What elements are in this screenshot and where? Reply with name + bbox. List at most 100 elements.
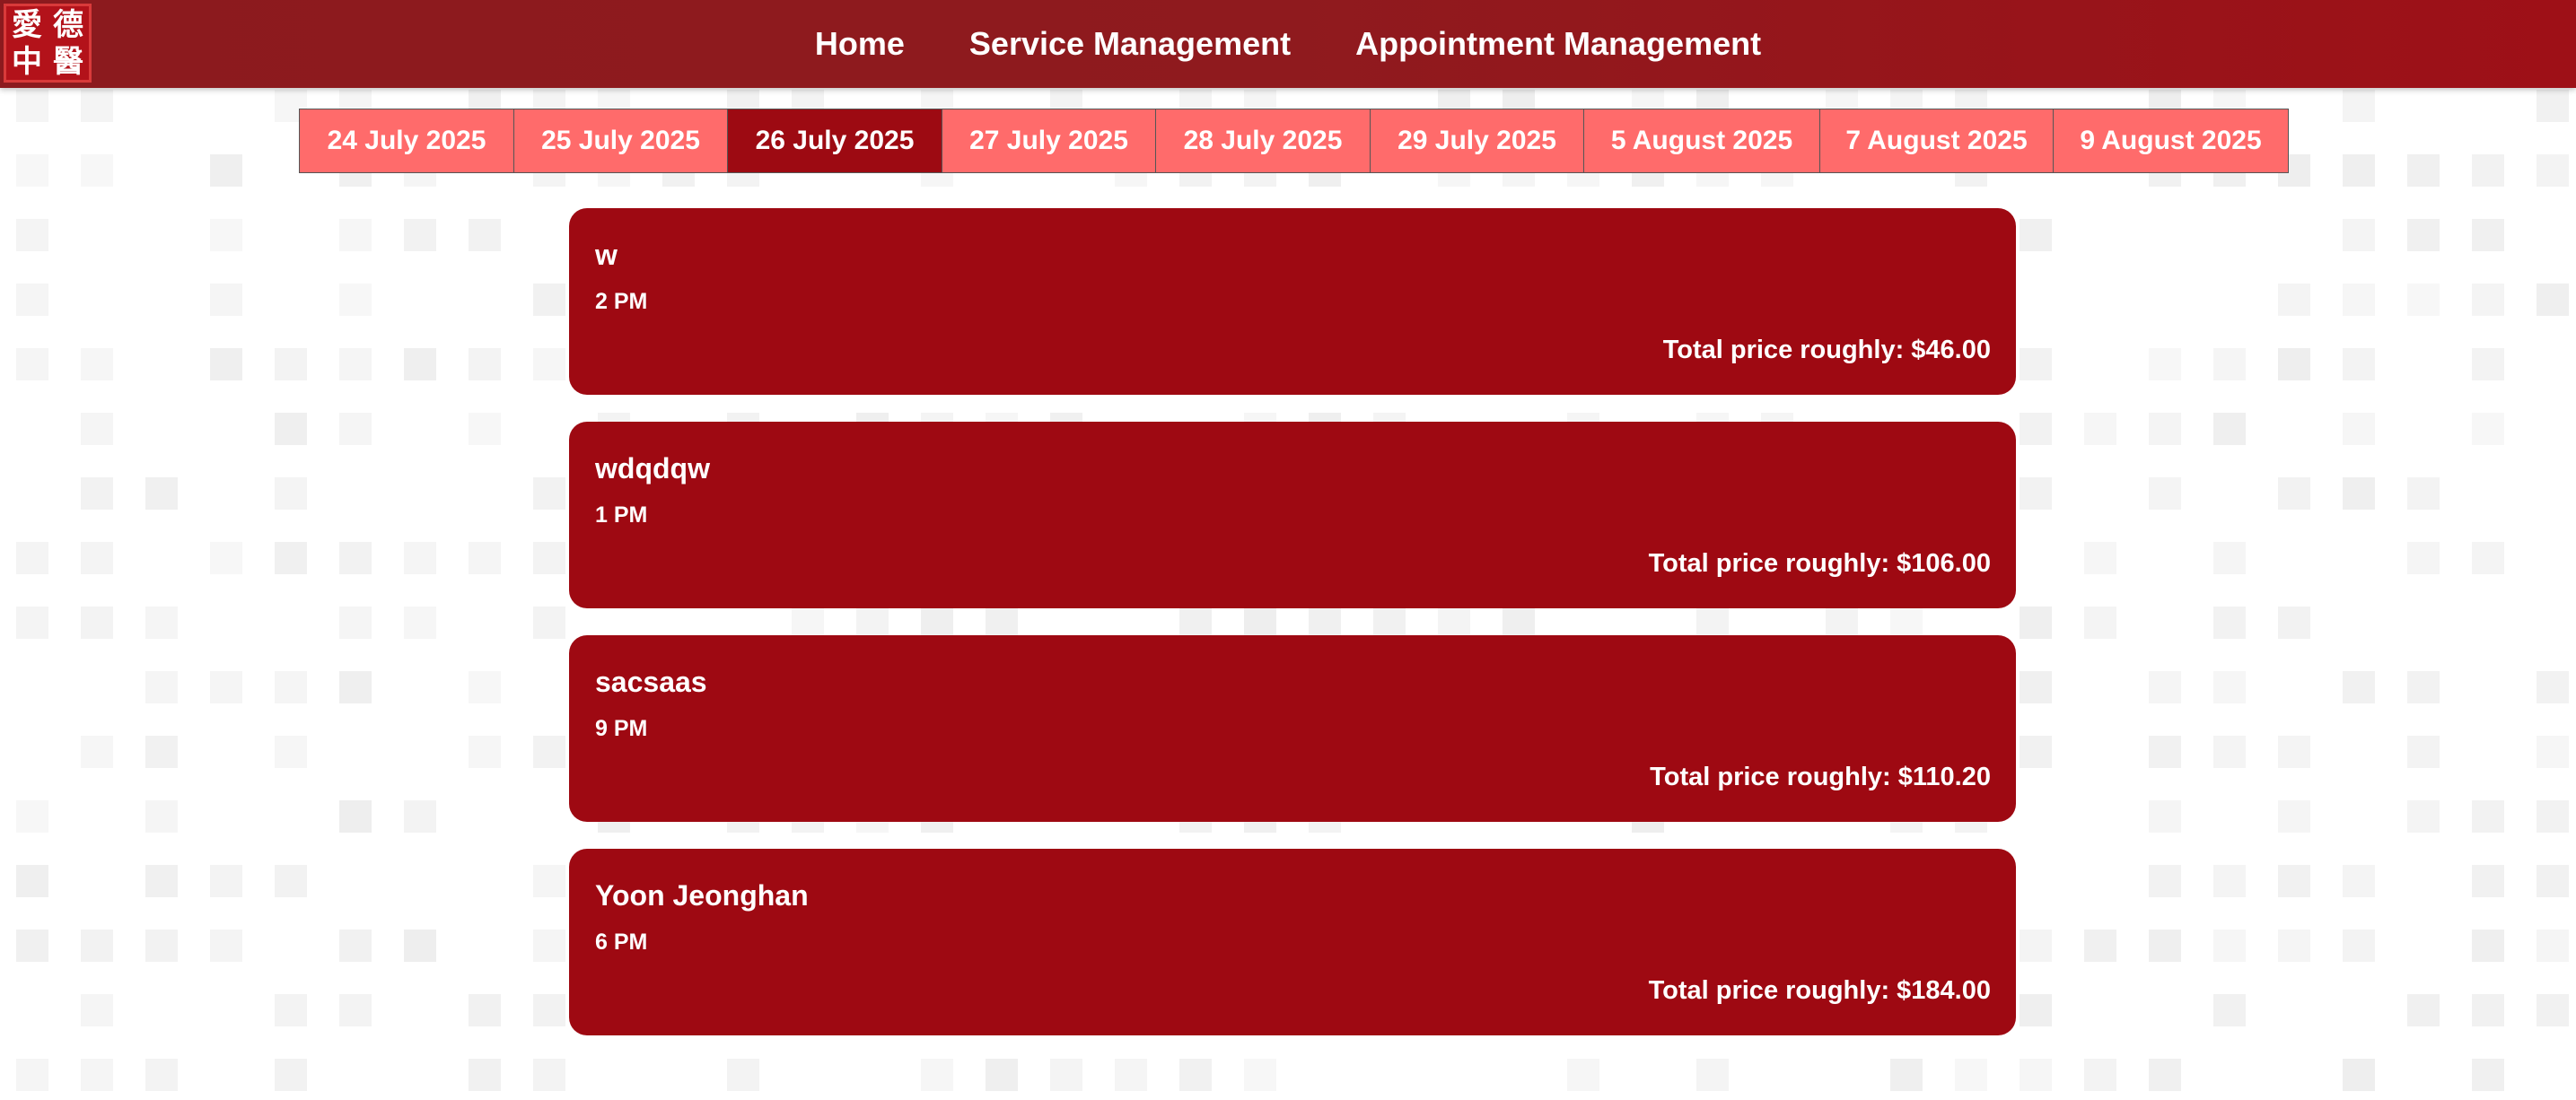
appointment-time: 2 PM: [595, 289, 648, 314]
background-tile: [2278, 607, 2310, 639]
background-tile: [404, 348, 436, 380]
background-tile: [210, 219, 242, 251]
background-tile: [2213, 930, 2246, 962]
date-tab[interactable]: 28 July 2025: [1155, 109, 1371, 173]
background-tile: [145, 865, 178, 897]
date-tab[interactable]: 7 August 2025: [1818, 109, 2055, 173]
background-tile: [986, 1059, 1018, 1091]
background-tile: [469, 542, 501, 574]
background-tile: [210, 865, 242, 897]
background-tile: [469, 348, 501, 380]
background-tile: [2537, 90, 2569, 122]
background-tile: [16, 348, 48, 380]
background-tile: [533, 477, 565, 510]
background-tile: [339, 994, 372, 1026]
background-tile: [2537, 865, 2569, 897]
appointment-list: w 2 PM Total price roughly: $46.00 wdqdq…: [569, 208, 2016, 1062]
background-tile: [210, 542, 242, 574]
appointment-card[interactable]: wdqdqw 1 PM Total price roughly: $106.00: [569, 422, 2016, 608]
date-tab[interactable]: 24 July 2025: [299, 109, 514, 173]
background-tile: [2537, 284, 2569, 316]
background-tile: [533, 348, 565, 380]
background-tile: [2472, 1059, 2504, 1091]
background-tile: [2020, 413, 2052, 445]
background-tile: [275, 413, 307, 445]
appointment-name: wdqdqw: [595, 452, 710, 485]
background-tile: [2343, 219, 2375, 251]
background-tile: [2472, 348, 2504, 380]
background-tile: [2472, 542, 2504, 574]
background-tile: [81, 477, 113, 510]
background-tile: [16, 284, 48, 316]
date-tab-active[interactable]: 26 July 2025: [727, 109, 942, 173]
background-tile: [339, 284, 372, 316]
appointment-name: w: [595, 239, 618, 271]
background-tile: [81, 154, 113, 187]
background-tile: [2149, 800, 2181, 833]
background-tile: [2149, 671, 2181, 703]
main-nav: Home Service Management Appointment Mana…: [0, 0, 2576, 88]
background-tile: [275, 671, 307, 703]
background-tile: [81, 413, 113, 445]
background-tile: [16, 1059, 48, 1091]
date-tab[interactable]: 25 July 2025: [513, 109, 729, 173]
background-tile: [275, 1059, 307, 1091]
background-tile: [2213, 348, 2246, 380]
background-tile: [2343, 671, 2375, 703]
background-tile: [2020, 607, 2052, 639]
appointment-price: Total price roughly: $184.00: [1648, 976, 1991, 1005]
background-tile: [2020, 348, 2052, 380]
background-tile: [2407, 994, 2440, 1026]
background-tile: [81, 736, 113, 768]
background-tile: [469, 219, 501, 251]
background-tile: [2278, 284, 2310, 316]
background-tile: [404, 930, 436, 962]
date-tab[interactable]: 9 August 2025: [2053, 109, 2289, 173]
background-tile: [2278, 800, 2310, 833]
background-tile: [81, 930, 113, 962]
background-tile: [2407, 671, 2440, 703]
background-tile: [533, 930, 565, 962]
date-tab[interactable]: 27 July 2025: [941, 109, 1157, 173]
appointment-name: Yoon Jeonghan: [595, 879, 809, 912]
background-tile: [2213, 865, 2246, 897]
nav-service-management-link[interactable]: Service Management: [969, 25, 1291, 63]
background-tile: [16, 154, 48, 187]
background-tile: [404, 607, 436, 639]
background-tile: [16, 800, 48, 833]
background-tile: [1115, 1059, 1147, 1091]
background-tile: [1050, 1059, 1082, 1091]
appointment-time: 1 PM: [595, 502, 648, 528]
background-tile: [2407, 219, 2440, 251]
date-tab[interactable]: 29 July 2025: [1369, 109, 1585, 173]
background-tile: [2537, 994, 2569, 1026]
date-tab[interactable]: 5 August 2025: [1583, 109, 1820, 173]
background-tile: [2472, 800, 2504, 833]
background-tile: [469, 671, 501, 703]
background-tile: [275, 994, 307, 1026]
background-tile: [533, 542, 565, 574]
background-tile: [2278, 930, 2310, 962]
appointment-card[interactable]: Yoon Jeonghan 6 PM Total price roughly: …: [569, 849, 2016, 1035]
date-tab-bar: 24 July 2025 25 July 2025 26 July 2025 2…: [299, 109, 2289, 173]
background-tile: [533, 994, 565, 1026]
background-tile: [2278, 348, 2310, 380]
background-tile: [1696, 1059, 1729, 1091]
background-tile: [404, 800, 436, 833]
background-tile: [16, 930, 48, 962]
nav-appointment-management-link[interactable]: Appointment Management: [1355, 25, 1761, 63]
appointment-card[interactable]: w 2 PM Total price roughly: $46.00: [569, 208, 2016, 395]
background-tile: [2343, 865, 2375, 897]
background-tile: [2407, 736, 2440, 768]
background-tile: [16, 542, 48, 574]
background-tile: [2213, 994, 2246, 1026]
background-tile: [469, 736, 501, 768]
background-tile: [2343, 284, 2375, 316]
nav-home-link[interactable]: Home: [815, 25, 905, 63]
background-tile: [1567, 1059, 1599, 1091]
appointment-card[interactable]: sacsaas 9 PM Total price roughly: $110.2…: [569, 635, 2016, 822]
background-tile: [2407, 542, 2440, 574]
background-tile: [2407, 284, 2440, 316]
background-tile: [2537, 736, 2569, 768]
background-tile: [2537, 154, 2569, 187]
